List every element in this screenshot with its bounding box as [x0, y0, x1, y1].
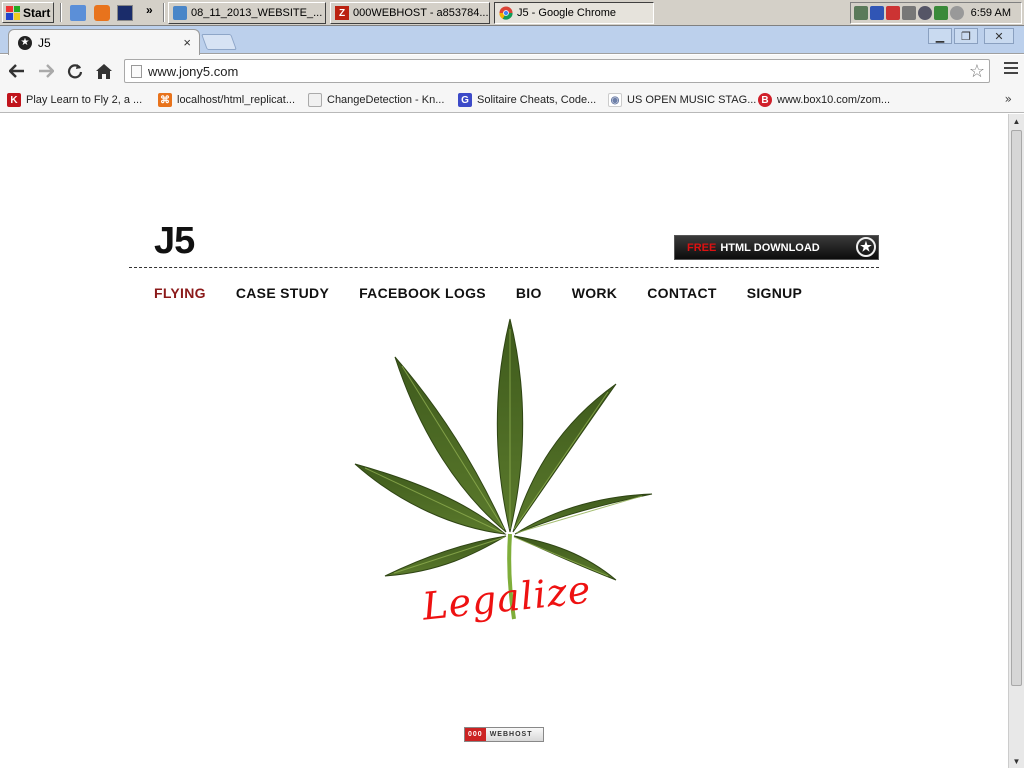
tray-disconnected-icon[interactable]	[886, 6, 900, 20]
nav-item-work[interactable]: WORK	[572, 285, 618, 301]
nav-item-contact[interactable]: CONTACT	[647, 285, 717, 301]
tray-lan-icon[interactable]	[870, 6, 884, 20]
page-icon	[131, 64, 142, 78]
nav-item-signup[interactable]: SIGNUP	[747, 285, 802, 301]
header-divider	[129, 267, 879, 268]
tray-security-icon[interactable]	[934, 6, 948, 20]
bookmark-label: ChangeDetection - Kn...	[327, 94, 445, 106]
box10-icon: B	[758, 93, 772, 107]
scrollbar-thumb[interactable]	[1011, 130, 1022, 686]
quicklaunch-more-button[interactable]: »	[146, 3, 153, 17]
scroll-down-arrow-icon[interactable]: ▼	[1009, 754, 1024, 768]
bookmark-us-open-music[interactable]: ◉ US OPEN MUSIC STAG...	[608, 91, 756, 109]
minimize-button[interactable]: ▁	[928, 28, 952, 44]
chrome-icon	[499, 6, 513, 20]
bookmark-box10[interactable]: B www.box10.com/zom...	[758, 91, 890, 109]
page-icon	[308, 93, 322, 107]
address-url: www.jony5.com	[148, 63, 239, 79]
star-badge-icon: ★	[856, 237, 876, 257]
bookmark-solitaire[interactable]: G Solitaire Cheats, Code...	[458, 91, 596, 109]
tray-update-icon[interactable]	[918, 6, 932, 20]
new-tab-button[interactable]	[201, 34, 237, 50]
webhost-badge[interactable]: 000 WEBHOST	[464, 727, 544, 742]
tab-j5[interactable]: ★ J5 ×	[8, 29, 200, 55]
browser-tab-strip: ★ J5 × ▁ ❐ ✕	[0, 26, 1024, 55]
page-scrollbar[interactable]: ▲ ▼	[1008, 114, 1024, 768]
tray-volume-icon[interactable]	[902, 6, 916, 20]
system-tray: 6:59 AM	[850, 2, 1022, 24]
html-download-button[interactable]: FREE HTML DOWNLOAD ★	[674, 235, 879, 260]
browser-toolbar: www.jony5.com ☆	[0, 55, 1024, 87]
bookmark-label: Play Learn to Fly 2, a ...	[26, 94, 143, 106]
taskbar-separator	[163, 3, 165, 22]
bookmark-label: Solitaire Cheats, Code...	[477, 94, 597, 106]
tab-close-icon[interactable]: ×	[183, 35, 191, 50]
more-bookmarks-button[interactable]: »	[1005, 92, 1012, 106]
forward-arrow-icon	[39, 64, 54, 78]
site-logo[interactable]: J5	[154, 220, 195, 263]
j5-favicon-icon: ★	[18, 35, 32, 50]
page-viewport: J5 FREE HTML DOWNLOAD ★ FLYING CASE STUD…	[0, 114, 1008, 768]
taskbar-clock[interactable]: 6:59 AM	[971, 7, 1011, 19]
filezilla-icon: Z	[335, 6, 349, 20]
reload-icon	[67, 64, 83, 79]
start-label: Start	[23, 5, 51, 20]
main-nav: FLYING CASE STUDY FACEBOOK LOGS BIO WORK…	[154, 285, 802, 301]
webhost-badge-text: WEBHOST	[489, 731, 533, 738]
task-label: 000WEBHOST - a853784...	[353, 7, 489, 19]
maximize-button[interactable]: ❐	[954, 28, 978, 44]
nav-item-bio[interactable]: BIO	[516, 285, 542, 301]
forward-button[interactable]	[35, 60, 57, 82]
xampp-icon: ⌘	[158, 93, 172, 107]
tray-network-icon[interactable]	[854, 6, 868, 20]
bookmark-changedetection[interactable]: ChangeDetection - Kn...	[308, 91, 444, 109]
taskbar-task-chrome[interactable]: J5 - Google Chrome	[494, 2, 654, 24]
bookmark-star-icon[interactable]: ☆	[969, 61, 985, 82]
download-label: HTML DOWNLOAD	[720, 241, 820, 254]
globe-icon: ◉	[608, 93, 622, 107]
quicklaunch-desktop-icon[interactable]	[70, 5, 86, 21]
task-label: J5 - Google Chrome	[517, 7, 617, 19]
document-icon	[173, 6, 187, 20]
tray-clock-icon[interactable]	[950, 6, 964, 20]
back-arrow-icon	[9, 64, 24, 78]
download-free-label: FREE	[687, 241, 717, 254]
bookmark-localhost[interactable]: ⌘ localhost/html_replicat...	[158, 91, 295, 109]
quicklaunch-xampp-icon[interactable]	[94, 5, 110, 21]
nav-item-facebook-logs[interactable]: FACEBOOK LOGS	[359, 285, 486, 301]
back-button[interactable]	[6, 60, 28, 82]
chrome-menu-icon[interactable]	[1004, 62, 1018, 77]
nav-item-case-study[interactable]: CASE STUDY	[236, 285, 329, 301]
reload-button[interactable]	[64, 60, 86, 82]
bookmark-label: US OPEN MUSIC STAG...	[627, 94, 757, 106]
address-bar[interactable]: www.jony5.com ☆	[124, 59, 990, 83]
webhost-badge-red: 000	[465, 728, 486, 741]
bookmark-learn-to-fly[interactable]: K Play Learn to Fly 2, a ...	[7, 91, 142, 109]
bookmark-label: www.box10.com/zom...	[777, 94, 891, 106]
taskbar-task-filezilla[interactable]: Z 000WEBHOST - a853784...	[330, 2, 490, 24]
kongregate-icon: K	[7, 93, 21, 107]
task-label: 08_11_2013_WEBSITE_...	[191, 7, 323, 19]
gamefaqs-icon: G	[458, 93, 472, 107]
windows-taskbar: Start » 08_11_2013_WEBSITE_... Z 000WEBH…	[0, 0, 1024, 26]
scroll-up-arrow-icon[interactable]: ▲	[1009, 114, 1024, 128]
home-icon	[96, 63, 112, 79]
bookmark-label: localhost/html_replicat...	[177, 94, 295, 106]
bookmarks-bar: K Play Learn to Fly 2, a ... ⌘ localhost…	[0, 87, 1024, 113]
windows-logo-icon	[6, 5, 20, 20]
taskbar-task-website-folder[interactable]: 08_11_2013_WEBSITE_...	[168, 2, 326, 24]
nav-item-flying[interactable]: FLYING	[154, 285, 206, 301]
start-button[interactable]: Start	[2, 2, 54, 23]
close-window-button[interactable]: ✕	[984, 28, 1014, 44]
taskbar-separator	[60, 3, 62, 22]
quicklaunch-monitor-icon[interactable]	[117, 5, 133, 21]
home-button[interactable]	[93, 60, 115, 82]
tab-title: J5	[38, 35, 51, 50]
